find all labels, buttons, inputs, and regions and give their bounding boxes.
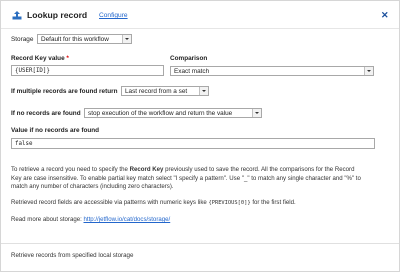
help-paragraph-read-more: Read more about storage: http://jetflow.… (11, 216, 171, 223)
upload-icon (12, 11, 22, 20)
chevron-down-icon (252, 109, 261, 117)
help-line: To retrieve a record you need to specify… (11, 166, 355, 173)
storage-select[interactable]: Default for this workflow (37, 34, 132, 44)
chevron-down-icon (364, 67, 373, 75)
help-paragraph-record-key: To retrieve a record you need to specify… (11, 166, 391, 192)
help-line: match any number of characters (includin… (11, 183, 174, 191)
dialog-title: Lookup record (27, 10, 88, 20)
chevron-down-icon (122, 35, 131, 43)
storage-select-value: Default for this workflow (41, 36, 109, 43)
pattern-code: {PREVIOUS[0]} (208, 200, 251, 206)
none-found-label: If no records are found (11, 110, 81, 117)
comparison-label: Comparison (170, 55, 208, 62)
dialog-header: Lookup record Configure ✕ (1, 1, 399, 28)
comparison-select[interactable]: Exact match (170, 66, 374, 76)
none-found-select[interactable]: stop execution of the workflow and retur… (84, 108, 262, 118)
value-if-none-input[interactable]: false (11, 138, 375, 149)
record-key-label: Record Key value * (11, 55, 69, 62)
help-bold-record-key: Record Key (129, 166, 164, 173)
storage-label: Storage (11, 36, 34, 43)
value-if-none-value: false (15, 140, 33, 147)
required-mark: * (66, 55, 69, 62)
configure-link[interactable]: Configure (99, 12, 128, 19)
multiple-found-label: If multiple records are found return (11, 88, 118, 95)
close-icon[interactable]: ✕ (381, 10, 389, 21)
none-found-select-value: stop execution of the workflow and retur… (88, 110, 233, 117)
footer-description: Retrieve records from specified local st… (11, 252, 134, 259)
chevron-down-icon (199, 87, 208, 95)
footer-divider (1, 243, 399, 244)
record-key-input[interactable]: {USER[ID]} (11, 65, 164, 76)
record-key-value: {USER[ID]} (15, 67, 50, 74)
multiple-found-select[interactable]: Last record from a set (121, 86, 209, 96)
help-paragraph-fields: Retrieved record fields are accessible v… (11, 199, 296, 206)
storage-docs-link[interactable]: http://jetflow.io/cat/docs/storage/ (84, 216, 171, 223)
value-if-none-label: Value if no records are found (11, 127, 100, 134)
help-line: Key are case insensitive. To enable part… (11, 174, 361, 182)
comparison-select-value: Exact match (174, 68, 210, 75)
header-divider (1, 28, 399, 29)
multiple-found-select-value: Last record from a set (125, 88, 188, 95)
